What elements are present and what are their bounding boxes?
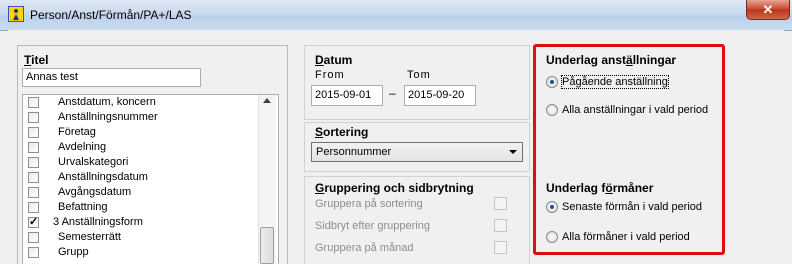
list-item-checkbox[interactable] bbox=[28, 127, 39, 138]
title-bar: Person/Anst/Förmån/PA+/LAS ✕ bbox=[0, 0, 792, 31]
list-item[interactable]: Befattning bbox=[23, 201, 263, 216]
to-date-input[interactable]: 2015-09-20 bbox=[404, 85, 476, 106]
datum-title-first: D bbox=[315, 53, 324, 67]
radio-icon[interactable] bbox=[546, 231, 558, 243]
list-item-label: 3 Anställningsform bbox=[53, 216, 143, 228]
list-item-checkbox[interactable] bbox=[28, 247, 39, 258]
field-list[interactable]: Anstdatum, koncern Anställningsnummer Fö… bbox=[22, 94, 279, 264]
list-item[interactable]: Urvalskategori bbox=[23, 156, 263, 171]
scroll-up-arrow-icon[interactable] bbox=[263, 98, 271, 103]
datum-title-rest: atum bbox=[323, 53, 353, 67]
window-title: Person/Anst/Förmån/PA+/LAS bbox=[30, 8, 192, 22]
gruppera-manad-label: Gruppera på månad bbox=[315, 242, 414, 254]
list-item[interactable]: 3 Anställningsform bbox=[23, 215, 263, 231]
underlag-formaner-title-b: ö bbox=[605, 181, 613, 195]
list-item-label: Företag bbox=[58, 126, 96, 138]
radio-alla-formaner-label: Alla förmåner i vald period bbox=[562, 231, 690, 243]
list-item-label: Anstdatum, koncern bbox=[58, 96, 156, 108]
sidbryt-gruppering-label: Sidbryt efter gruppering bbox=[315, 220, 430, 232]
underlag-anstallningar-title: Underlag anställningar bbox=[546, 53, 676, 67]
sortering-title-rest: ortering bbox=[323, 125, 369, 139]
scroll-thumb[interactable] bbox=[260, 227, 274, 264]
list-item-checkbox[interactable] bbox=[28, 112, 39, 123]
from-date-input[interactable]: 2015-09-01 bbox=[311, 85, 383, 106]
list-item[interactable]: Avdelning bbox=[23, 141, 263, 156]
radio-pagaende-label: Pågående anställning bbox=[561, 75, 669, 89]
to-label: Tom bbox=[407, 69, 431, 81]
list-item-label: Anställningsnummer bbox=[58, 111, 158, 123]
list-item[interactable]: Anställningsdatum bbox=[23, 171, 263, 186]
sortering-title-first: S bbox=[315, 125, 324, 139]
list-item-checkbox[interactable] bbox=[28, 157, 39, 168]
list-item-label: Avgångsdatum bbox=[58, 186, 132, 198]
list-item-label: Urvalskategori bbox=[58, 156, 129, 168]
list-item[interactable]: Anstdatum, koncern bbox=[23, 96, 263, 111]
underlag-formaner-title-a: Underlag f bbox=[546, 181, 606, 195]
list-item-checkbox[interactable] bbox=[28, 232, 39, 243]
list-item-checkbox[interactable] bbox=[28, 202, 39, 213]
list-item[interactable]: Semesterrätt bbox=[23, 231, 263, 246]
datum-title: Datum bbox=[315, 53, 352, 67]
list-item-checkbox[interactable] bbox=[28, 142, 39, 153]
underlag-anstallningar-title-b: ä bbox=[626, 53, 633, 67]
list-item-checkbox[interactable] bbox=[28, 172, 39, 183]
list-item[interactable]: Grupp bbox=[23, 246, 263, 261]
sortering-selected: Personnummer bbox=[316, 146, 392, 158]
titel-label: Titel bbox=[24, 53, 48, 67]
underlag-anstallningar-title-a: Underlag anst bbox=[546, 53, 627, 67]
date-separator: – bbox=[389, 86, 396, 100]
list-item-checkbox[interactable] bbox=[28, 97, 39, 108]
radio-icon[interactable] bbox=[546, 104, 558, 116]
list-item-label: Anställningsdatum bbox=[58, 171, 148, 183]
underlag-anstallningar-title-c: llningar bbox=[632, 53, 677, 67]
sortering-select[interactable]: Personnummer bbox=[311, 142, 523, 162]
gruppera-sortering-label: Gruppera på sortering bbox=[315, 198, 423, 210]
gruppering-title-first: G bbox=[315, 181, 325, 195]
titel-label-rest: itel bbox=[31, 53, 49, 67]
list-item-label: Semesterrätt bbox=[58, 231, 121, 243]
list-item-label: Befattning bbox=[58, 201, 108, 213]
list-item-label: Avdelning bbox=[58, 141, 107, 153]
gruppera-sortering-checkbox[interactable] bbox=[494, 197, 507, 210]
sortering-title: Sortering bbox=[315, 125, 368, 139]
list-scrollbar[interactable] bbox=[258, 95, 276, 264]
titel-input[interactable]: Annas test bbox=[22, 68, 201, 87]
underlag-formaner-title: Underlag förmåner bbox=[546, 181, 653, 195]
list-item[interactable]: Avgångsdatum bbox=[23, 186, 263, 201]
list-item-checkbox-checked[interactable] bbox=[28, 215, 39, 228]
close-button[interactable]: ✕ bbox=[746, 0, 790, 20]
list-item[interactable]: Anställningsnummer bbox=[23, 111, 263, 126]
from-label: From bbox=[315, 69, 345, 81]
radio-alla-anstallningar-label: Alla anställningar i vald period bbox=[562, 104, 709, 116]
app-person-icon bbox=[8, 6, 24, 22]
gruppera-manad-checkbox[interactable] bbox=[494, 241, 507, 254]
sidbryt-gruppering-checkbox[interactable] bbox=[494, 219, 507, 232]
chevron-down-icon bbox=[509, 150, 517, 154]
list-item-label: Grupp bbox=[58, 246, 89, 258]
radio-selected-icon[interactable] bbox=[546, 76, 558, 88]
radio-senaste-forman-label: Senaste förmån i vald period bbox=[562, 201, 703, 213]
radio-selected-icon[interactable] bbox=[546, 201, 558, 213]
list-item-checkbox[interactable] bbox=[28, 187, 39, 198]
gruppering-title-rest: ruppering och sidbrytning bbox=[324, 181, 474, 195]
list-item[interactable]: Företag bbox=[23, 126, 263, 141]
underlag-formaner-title-c: rmåner bbox=[612, 181, 654, 195]
gruppering-title: Gruppering och sidbrytning bbox=[315, 181, 474, 195]
